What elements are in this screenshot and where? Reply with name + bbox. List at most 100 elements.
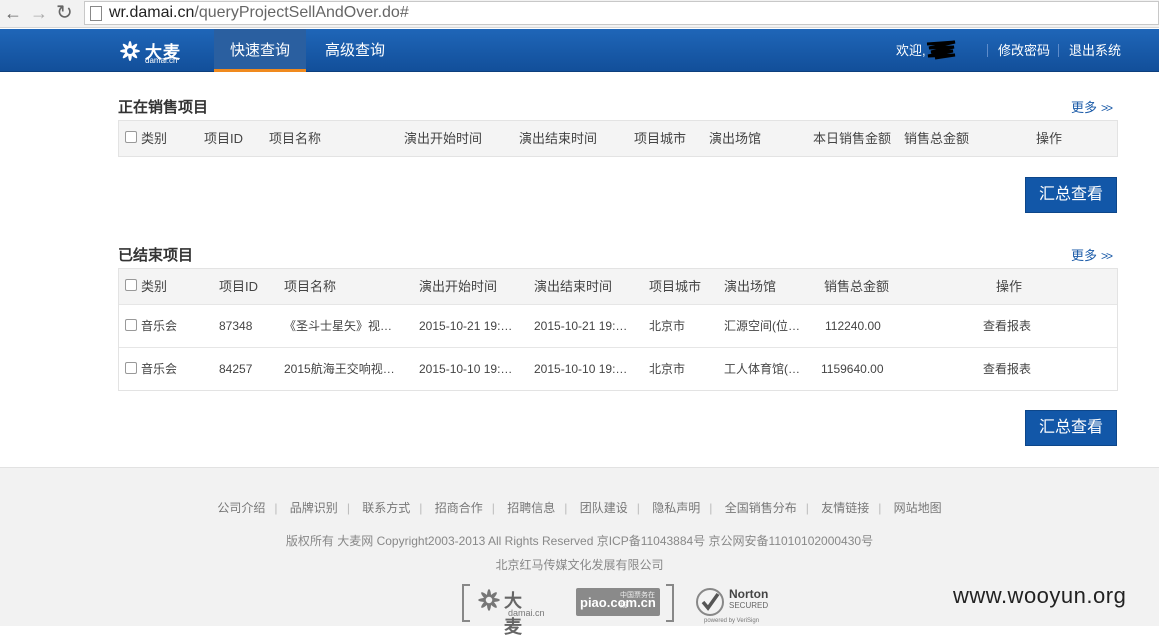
row-checkbox[interactable] [125, 362, 137, 374]
on-sale-summary-button[interactable]: 汇总查看 [1025, 177, 1117, 213]
watermark: www.wooyun.org [953, 583, 1127, 608]
norton-badge[interactable]: Norton SECURED powered by VeriSign [696, 584, 780, 624]
tab-advanced-query[interactable]: 高级查询 [318, 29, 392, 72]
column-header: 演出结束时间 [519, 131, 598, 146]
column-header: 演出场馆 [724, 279, 777, 294]
cell-total: 1159640.00 [821, 362, 884, 376]
divider: | [346, 501, 350, 515]
top-nav: 大麦 damai.cn 快速查询 高级查询 欢迎, 修改密码 退出系统 [0, 29, 1159, 72]
table-header: 类别 项目ID 项目名称 演出开始时间 演出结束时间 项目城市 演出场馆 销售总… [119, 269, 1117, 304]
footer-link[interactable]: 友情链接 [821, 501, 869, 515]
bracket-left [462, 584, 470, 622]
cell-total: 112240.00 [825, 319, 881, 333]
welcome-text: 欢迎, [896, 43, 926, 58]
trust-badges: 大麦 damai.cn 中国票务在线 piao.com.cn Norton SE… [460, 584, 780, 637]
cell-category: 音乐会 [141, 319, 178, 333]
cell-end: 2015-10-21 19:… [534, 319, 628, 333]
column-header: 项目ID [219, 279, 259, 294]
badge-domain: damai.cn [508, 608, 545, 618]
cell-end: 2015-10-10 19:… [534, 362, 628, 376]
footer-link[interactable]: 全国销售分布 [725, 501, 797, 515]
column-header: 操作 [1036, 131, 1063, 146]
cell-id: 87348 [219, 319, 253, 333]
select-all-checkbox[interactable] [125, 279, 137, 291]
divider [1058, 44, 1059, 57]
cell-city: 北京市 [649, 319, 686, 333]
bracket-right [666, 584, 674, 622]
view-report-link[interactable]: 查看报表 [983, 348, 1031, 391]
footer-link[interactable]: 招商合作 [435, 501, 483, 515]
cell-start: 2015-10-21 19:… [419, 319, 513, 333]
badge-text: Norton [729, 587, 769, 601]
column-header: 项目ID [204, 131, 244, 146]
divider [987, 44, 988, 57]
footer-link[interactable]: 网站地图 [894, 501, 942, 515]
column-header: 类别 [141, 279, 168, 294]
page-icon [90, 6, 102, 21]
tab-quick-query[interactable]: 快速查询 [214, 29, 306, 72]
column-header: 项目城市 [649, 279, 702, 294]
view-report-link[interactable]: 查看报表 [983, 305, 1031, 348]
double-chevron-right-icon: >> [1101, 249, 1113, 263]
reload-icon[interactable]: ↻ [56, 2, 73, 24]
column-header: 销售总金额 [904, 131, 970, 146]
column-header: 演出开始时间 [404, 131, 483, 146]
url-host: wr.damai.cn [109, 4, 195, 21]
cell-name: 《圣斗士星矢》视… [284, 319, 393, 333]
table-row: 音乐会 84257 2015航海王交响视… 2015-10-10 19:… 20… [119, 347, 1117, 390]
column-header: 本日销售金额 [813, 131, 892, 146]
ended-more-link[interactable]: 更多 >> [1071, 245, 1113, 264]
ended-table: 类别 项目ID 项目名称 演出开始时间 演出结束时间 项目城市 演出场馆 销售总… [118, 268, 1118, 391]
select-all-checkbox[interactable] [125, 131, 137, 143]
footer-link[interactable]: 隐私声明 [652, 501, 700, 515]
back-icon[interactable]: ← [4, 2, 22, 24]
divider: | [491, 501, 495, 515]
column-header: 销售总金额 [824, 279, 890, 294]
badge-caption: powered by VeriSign [704, 618, 760, 624]
divider: | [709, 501, 713, 515]
more-label: 更多 [1071, 100, 1098, 115]
column-header: 项目名称 [284, 279, 337, 294]
footer-link[interactable]: 公司介绍 [217, 501, 265, 515]
footer-link[interactable]: 联系方式 [362, 501, 410, 515]
double-chevron-right-icon: >> [1101, 101, 1113, 115]
on-sale-table: 类别 项目ID 项目名称 演出开始时间 演出结束时间 项目城市 演出场馆 本日销… [118, 120, 1118, 157]
cell-name: 2015航海王交响视… [284, 362, 395, 376]
ended-title: 已结束项目 [118, 247, 194, 264]
divider: | [274, 501, 278, 515]
divider: | [878, 501, 882, 515]
footer-link[interactable]: 团队建设 [580, 501, 628, 515]
logo-domain: damai.cn [145, 56, 178, 65]
footer-link[interactable]: 招聘信息 [507, 501, 555, 515]
table-header: 类别 项目ID 项目名称 演出开始时间 演出结束时间 项目城市 演出场馆 本日销… [119, 121, 1117, 156]
row-checkbox[interactable] [125, 319, 137, 331]
table-row: 音乐会 87348 《圣斗士星矢》视… 2015-10-21 19:… 2015… [119, 304, 1117, 347]
change-password-link[interactable]: 修改密码 [998, 29, 1050, 72]
browser-toolbar: ← → ↻ wr.damai.cn/queryProjectSellAndOve… [0, 0, 1159, 28]
forward-icon[interactable]: → [30, 2, 48, 24]
badge-subtitle: SECURED [729, 601, 769, 610]
cell-category: 音乐会 [141, 362, 178, 376]
column-header: 项目名称 [269, 131, 322, 146]
copyright-text: 版权所有 大麦网 Copyright2003-2013 All Rights R… [285, 534, 874, 548]
more-label: 更多 [1071, 248, 1098, 263]
divider: | [564, 501, 568, 515]
checkmark-icon [696, 588, 724, 616]
address-bar[interactable]: wr.damai.cn/queryProjectSellAndOver.do# [84, 1, 1159, 25]
cell-id: 84257 [219, 362, 253, 376]
on-sale-more-link[interactable]: 更多 >> [1071, 97, 1113, 116]
damai-logo-icon [478, 589, 500, 611]
damai-badge[interactable]: 大麦 damai.cn [476, 587, 545, 637]
footer-links: 公司介绍 | 品牌识别 | 联系方式 | 招商合作 | 招聘信息 | 团队建设 | 隐私声明… [0, 499, 1159, 516]
column-header: 类别 [141, 131, 168, 146]
footer-link[interactable]: 品牌识别 [290, 501, 338, 515]
logout-link[interactable]: 退出系统 [1069, 29, 1121, 72]
cell-start: 2015-10-10 19:… [419, 362, 513, 376]
piao-badge[interactable]: 中国票务在线 piao.com.cn [576, 588, 660, 616]
damai-logo[interactable]: 大麦 damai.cn [118, 37, 188, 65]
divider: | [636, 501, 640, 515]
redacted-username [926, 40, 956, 60]
url-text[interactable]: wr.damai.cn/queryProjectSellAndOver.do# [109, 4, 409, 22]
ended-summary-button[interactable]: 汇总查看 [1025, 410, 1117, 446]
on-sale-title: 正在销售项目 [118, 99, 209, 116]
